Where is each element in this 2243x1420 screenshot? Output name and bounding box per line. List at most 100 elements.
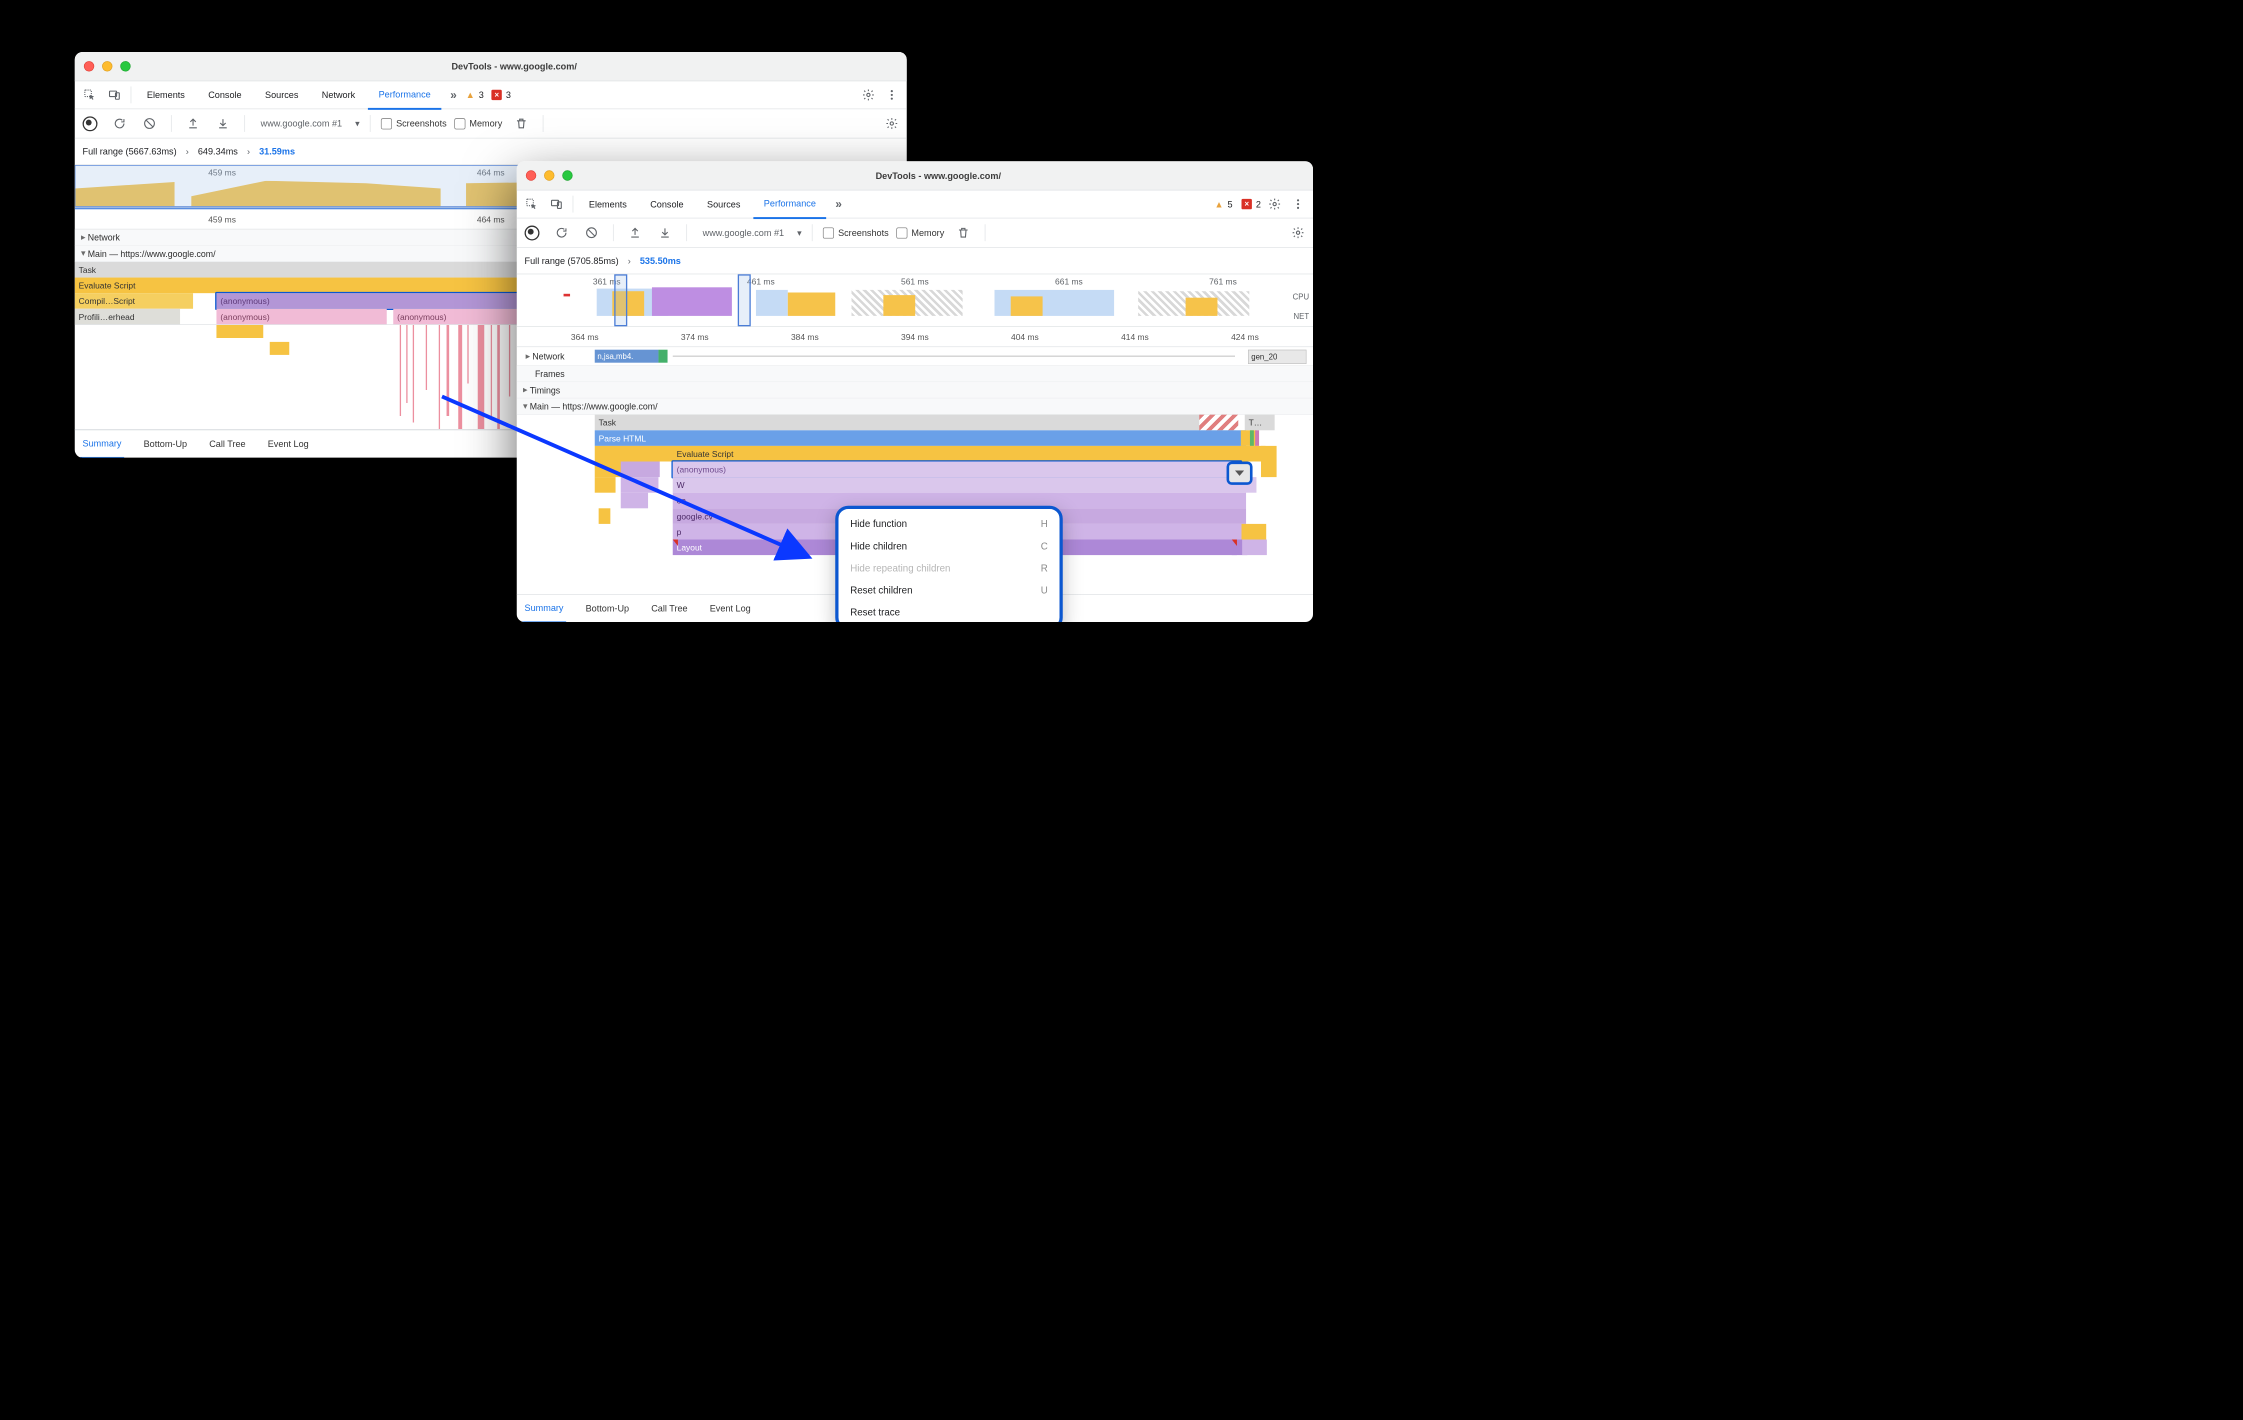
- overview-handle-right[interactable]: [738, 274, 751, 326]
- overview-handle-left[interactable]: [614, 274, 627, 326]
- flame-bar[interactable]: [595, 446, 674, 462]
- kebab-icon[interactable]: [1287, 193, 1309, 215]
- menu-hide-function[interactable]: Hide functionH: [838, 513, 1059, 535]
- upload-icon[interactable]: [182, 112, 204, 134]
- flame-bar-w[interactable]: W: [673, 477, 1246, 493]
- range-current[interactable]: 31.59ms: [259, 146, 295, 156]
- screenshots-checkbox[interactable]: Screenshots: [823, 227, 889, 238]
- range-full[interactable]: Full range (5705.85ms): [525, 255, 619, 265]
- more-tabs-icon[interactable]: »: [444, 88, 464, 102]
- zoom-button[interactable]: [120, 61, 130, 71]
- close-button[interactable]: [84, 61, 94, 71]
- flame-bar[interactable]: [595, 477, 616, 493]
- track-timings[interactable]: ▸ Timings: [517, 382, 1313, 398]
- download-icon[interactable]: [212, 112, 234, 134]
- flame-bar[interactable]: [621, 477, 659, 493]
- range-mid[interactable]: 649.34ms: [198, 146, 238, 156]
- flame-bar[interactable]: [1255, 430, 1259, 446]
- upload-icon[interactable]: [624, 222, 646, 244]
- tab-summary[interactable]: Summary: [522, 594, 566, 622]
- warnings-badge[interactable]: ▲ 5: [1215, 199, 1233, 209]
- tab-performance[interactable]: Performance: [368, 80, 441, 109]
- network-request[interactable]: gen_20: [1248, 350, 1307, 364]
- warnings-badge[interactable]: ▲ 3: [466, 90, 484, 100]
- chevron-down-icon[interactable]: ▾: [797, 227, 802, 238]
- screenshots-checkbox[interactable]: Screenshots: [381, 118, 447, 129]
- memory-checkbox[interactable]: Memory: [454, 118, 502, 129]
- close-button[interactable]: [526, 170, 536, 180]
- flame-bar-compile-script[interactable]: Compil…Script: [75, 293, 193, 309]
- network-request[interactable]: n,jsa,mb4.: [595, 350, 659, 363]
- tab-sources[interactable]: Sources: [255, 81, 309, 108]
- recording-selector[interactable]: www.google.com #1: [697, 227, 789, 237]
- flame-bar-task-short[interactable]: T…: [1245, 415, 1275, 431]
- tab-performance[interactable]: Performance: [753, 189, 826, 218]
- kebab-icon[interactable]: [881, 84, 903, 106]
- tab-console[interactable]: Console: [640, 190, 694, 217]
- minimize-button[interactable]: [102, 61, 112, 71]
- gear-icon[interactable]: [1264, 193, 1286, 215]
- network-request[interactable]: [658, 350, 667, 363]
- tab-call-tree[interactable]: Call Tree: [207, 430, 249, 457]
- flame-bar-task[interactable]: Task: [595, 415, 1237, 431]
- tab-call-tree[interactable]: Call Tree: [649, 595, 691, 622]
- zoom-button[interactable]: [562, 170, 572, 180]
- gc-icon[interactable]: [510, 112, 532, 134]
- flame-bar[interactable]: [595, 461, 622, 477]
- menu-hide-children[interactable]: Hide childrenC: [838, 535, 1059, 557]
- track-main[interactable]: ▾ Main — https://www.google.com/: [517, 398, 1313, 414]
- tab-elements[interactable]: Elements: [579, 190, 638, 217]
- flame-bar[interactable]: [1241, 430, 1257, 446]
- flame-bar-anonymous[interactable]: (anonymous): [216, 309, 386, 325]
- tab-network[interactable]: Network: [311, 81, 365, 108]
- flame-bar[interactable]: [1261, 446, 1277, 462]
- track-frames[interactable]: Frames: [517, 366, 1313, 382]
- download-icon[interactable]: [654, 222, 676, 244]
- clear-icon[interactable]: [138, 112, 160, 134]
- overview-minimap[interactable]: 361 ms 461 ms 561 ms 661 ms 761 ms CPU N…: [517, 274, 1313, 327]
- flame-bar-profiling-overhead[interactable]: Profili…erhead: [75, 309, 180, 325]
- tab-bottom-up[interactable]: Bottom-Up: [583, 595, 632, 622]
- reload-icon[interactable]: [109, 112, 131, 134]
- device-icon[interactable]: [103, 84, 125, 106]
- gear-icon[interactable]: [1287, 222, 1309, 244]
- gear-icon[interactable]: [881, 112, 903, 134]
- inspect-icon[interactable]: [521, 193, 543, 215]
- tab-elements[interactable]: Elements: [137, 81, 196, 108]
- entry-options-button[interactable]: [1227, 461, 1253, 484]
- more-tabs-icon[interactable]: »: [829, 197, 849, 211]
- menu-reset-children[interactable]: Reset childrenU: [838, 579, 1059, 601]
- chevron-down-icon[interactable]: ▾: [355, 118, 360, 129]
- tab-console[interactable]: Console: [198, 81, 252, 108]
- tab-event-log[interactable]: Event Log: [707, 595, 753, 622]
- inspect-icon[interactable]: [79, 84, 101, 106]
- gc-icon[interactable]: [952, 222, 974, 244]
- track-network[interactable]: ▸ Network n,jsa,mb4. gen_20: [517, 347, 1313, 366]
- flame-bar-anonymous[interactable]: (anonymous): [673, 461, 1246, 477]
- tab-summary[interactable]: Summary: [80, 429, 124, 457]
- range-full[interactable]: Full range (5667.63ms): [83, 146, 177, 156]
- flame-bar[interactable]: [1242, 524, 1267, 540]
- recording-selector[interactable]: www.google.com #1: [255, 118, 347, 128]
- memory-checkbox[interactable]: Memory: [896, 227, 944, 238]
- flame-bar-anonymous[interactable]: (anonymous): [393, 309, 518, 325]
- menu-reset-trace[interactable]: Reset trace: [838, 601, 1059, 622]
- errors-badge[interactable]: × 2: [1242, 199, 1261, 209]
- range-current[interactable]: 535.50ms: [640, 255, 681, 265]
- flame-bar[interactable]: [599, 508, 611, 524]
- flame-bar-evaluate-script[interactable]: Evaluate Script: [673, 446, 1266, 462]
- record-icon[interactable]: [521, 222, 543, 244]
- tab-bottom-up[interactable]: Bottom-Up: [141, 430, 190, 457]
- flame-bar[interactable]: [621, 461, 660, 477]
- flame-bar[interactable]: [1261, 461, 1277, 477]
- record-icon[interactable]: [79, 112, 101, 134]
- reload-icon[interactable]: [551, 222, 573, 244]
- errors-badge[interactable]: × 3: [492, 90, 511, 100]
- minimize-button[interactable]: [544, 170, 554, 180]
- flame-bar[interactable]: [1250, 430, 1254, 446]
- clear-icon[interactable]: [580, 222, 602, 244]
- device-icon[interactable]: [545, 193, 567, 215]
- flame-bar-parse-html[interactable]: Parse HTML: [595, 430, 1246, 446]
- flame-bar[interactable]: [1242, 540, 1267, 556]
- tab-event-log[interactable]: Event Log: [265, 430, 311, 457]
